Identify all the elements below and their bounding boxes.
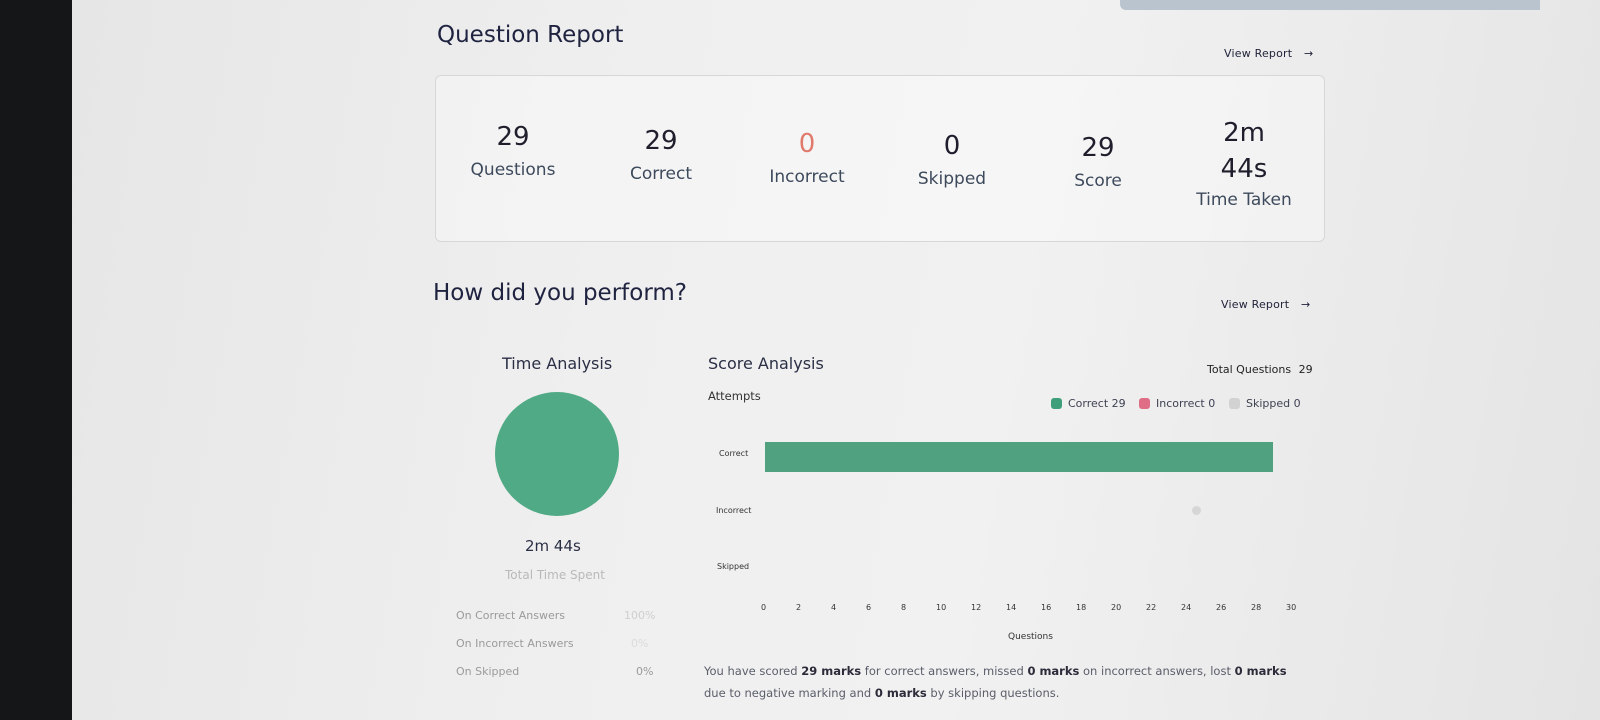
time-row-incorrect-value: 0% xyxy=(631,637,649,650)
stat-label: Time Taken xyxy=(1196,190,1292,210)
screen-bezel xyxy=(0,0,72,720)
note-text: due to negative marking and xyxy=(704,686,872,700)
x-tick-label: 30 xyxy=(1286,603,1297,612)
stat-value-line1: 2m xyxy=(1223,118,1265,148)
score-summary-note: You have scored 29 marks for correct ans… xyxy=(704,660,1304,704)
score-analysis-title: Score Analysis xyxy=(708,354,824,373)
x-axis-label: Questions xyxy=(1008,632,1053,642)
x-tick-label: 4 xyxy=(831,603,837,612)
view-report-label: View Report xyxy=(1224,47,1293,60)
stat-label: Score xyxy=(1074,171,1122,191)
note-text: by skipping questions. xyxy=(930,686,1060,700)
x-tick-label: 2 xyxy=(796,603,802,612)
x-tick-label: 26 xyxy=(1216,603,1227,612)
y-tick-label-correct: Correct xyxy=(719,449,749,458)
legend-correct: Correct 29 xyxy=(1051,397,1126,410)
stat-questions: 29 Questions xyxy=(453,122,573,180)
x-tick-label: 14 xyxy=(1006,603,1017,612)
legend-swatch-skipped xyxy=(1229,398,1240,409)
x-tick-label: 28 xyxy=(1251,603,1262,612)
legend-swatch-incorrect xyxy=(1139,398,1150,409)
time-row-correct-value: 100% xyxy=(624,609,656,622)
x-tick-label: 18 xyxy=(1076,603,1087,612)
x-tick-label: 10 xyxy=(936,603,947,612)
stat-label: Questions xyxy=(470,160,556,180)
stat-label: Skipped xyxy=(917,169,987,189)
question-report-title: Question Report xyxy=(437,22,624,48)
x-tick-label: 6 xyxy=(866,603,872,612)
note-bold: 0 marks xyxy=(874,686,927,700)
stat-value: 29 xyxy=(644,126,678,156)
arrow-right-icon: → xyxy=(1303,47,1314,60)
legend-label: Skipped 0 xyxy=(1246,397,1301,410)
x-tick-label: 24 xyxy=(1181,603,1192,612)
note-text: on incorrect answers, lost xyxy=(1083,664,1231,678)
stat-correct: 29 Correct xyxy=(601,126,721,184)
time-analysis-pie xyxy=(495,392,619,516)
x-tick-label: 16 xyxy=(1041,603,1052,612)
total-time-label: Total Time Spent xyxy=(505,568,605,582)
x-tick-label: 0 xyxy=(761,603,767,612)
question-report-card: 29 Questions 29 Correct 0 Incorrect 0 Sk… xyxy=(435,75,1325,242)
x-tick-label: 8 xyxy=(901,603,907,612)
total-questions-value: 29 xyxy=(1298,363,1313,376)
legend-swatch-correct xyxy=(1051,398,1062,409)
x-tick-label: 22 xyxy=(1146,603,1157,612)
stat-skipped: 0 Skipped xyxy=(892,131,1012,189)
stat-value: 29 xyxy=(496,122,530,152)
performance-title: How did you perform? xyxy=(433,280,687,306)
time-row-correct-label: On Correct Answers xyxy=(456,609,566,622)
x-tick-label: 12 xyxy=(971,603,982,612)
y-tick-label-incorrect: Incorrect xyxy=(716,506,752,515)
y-tick-label-skipped: Skipped xyxy=(717,562,750,571)
view-report-label: View Report xyxy=(1221,298,1290,311)
stat-value: 0 xyxy=(943,131,961,161)
total-time-value: 2m 44s xyxy=(525,537,581,555)
note-bold: 0 marks xyxy=(1234,664,1287,678)
view-report-link-2[interactable]: View Report → xyxy=(1221,298,1310,311)
time-row-skipped-value: 0% xyxy=(636,665,654,678)
legend-incorrect: Incorrect 0 xyxy=(1139,397,1215,410)
x-tick-label: 20 xyxy=(1111,603,1122,612)
note-text: for correct answers, missed xyxy=(864,664,1024,678)
legend-skipped: Skipped 0 xyxy=(1229,397,1301,410)
legend-label: Correct 29 xyxy=(1068,397,1126,410)
window-top-strip xyxy=(1120,0,1540,10)
stat-score: 29 Score xyxy=(1038,133,1158,191)
stat-value-line2: 44s xyxy=(1220,154,1268,184)
note-text: You have scored xyxy=(704,664,798,678)
stat-value: 0 xyxy=(798,129,816,159)
legend-label: Incorrect 0 xyxy=(1156,397,1216,410)
time-row-skipped-label: On Skipped xyxy=(456,665,520,678)
total-questions-label: Total Questions xyxy=(1207,363,1292,376)
time-analysis-title: Time Analysis xyxy=(502,354,613,373)
stat-value: 29 xyxy=(1081,133,1115,163)
stat-label: Incorrect xyxy=(769,167,845,187)
bar-correct[interactable] xyxy=(765,442,1273,472)
view-report-link-1[interactable]: View Report → xyxy=(1224,47,1313,60)
note-bold: 0 marks xyxy=(1027,664,1080,678)
chart-marker-dot xyxy=(1192,506,1201,515)
stat-label: Correct xyxy=(629,164,693,184)
time-row-incorrect-label: On Incorrect Answers xyxy=(456,637,574,650)
stat-time-taken: 2m 44s Time Taken xyxy=(1184,118,1304,210)
attempts-label: Attempts xyxy=(708,389,761,403)
arrow-right-icon: → xyxy=(1300,298,1311,311)
total-questions: Total Questions 29 xyxy=(1207,363,1313,376)
stat-incorrect: 0 Incorrect xyxy=(747,129,867,187)
note-bold: 29 marks xyxy=(801,664,862,678)
